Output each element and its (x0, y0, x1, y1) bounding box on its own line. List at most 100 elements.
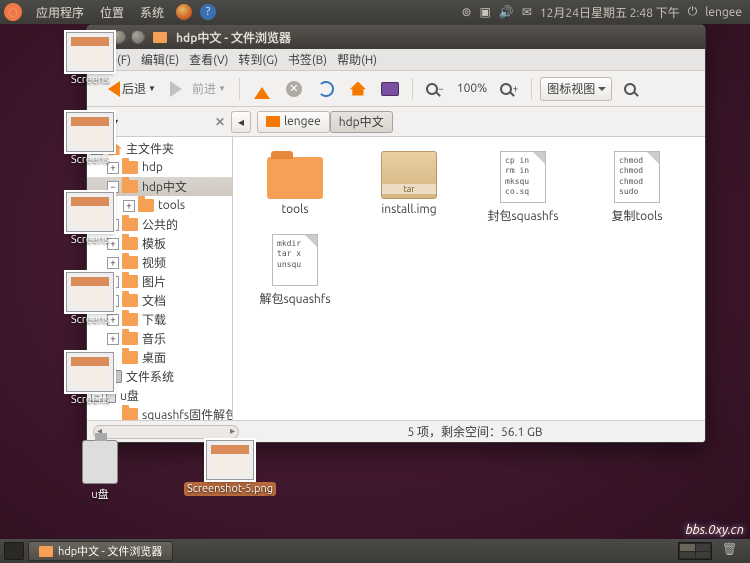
sidebar-hscroll[interactable] (93, 425, 239, 439)
tree-item[interactable]: squashfs固件解包封包 (87, 405, 232, 420)
file-item[interactable]: cp in rm in mksqu co.sq封包squashfs (469, 151, 577, 224)
forward-button: 前进▼ (165, 76, 231, 102)
desktop-icon[interactable]: Screens (50, 112, 130, 166)
user-menu[interactable]: lengee (705, 6, 742, 19)
home-button[interactable] (344, 76, 372, 102)
ubuntu-logo-icon[interactable]: ◌ (4, 3, 22, 21)
taskbar-entry[interactable]: hdp中文 - 文件浏览器 (28, 541, 173, 561)
menu-go[interactable]: 转到(G) (238, 51, 278, 68)
tree-expander[interactable]: + (107, 257, 119, 269)
tree-label: 文件系统 (126, 368, 174, 385)
search-button[interactable] (616, 76, 644, 102)
zoom-in-button[interactable]: + (495, 76, 523, 102)
desktop-icon[interactable]: Screens (50, 192, 130, 246)
chat-icon[interactable]: ▣ (480, 5, 491, 19)
maximize-button[interactable] (131, 30, 145, 44)
zoom-out-icon (426, 83, 438, 95)
desktop-icon-label: Screens (71, 314, 109, 326)
folder-icon (122, 408, 138, 420)
tar-icon (381, 151, 437, 199)
menu-edit[interactable]: 编辑(E) (141, 51, 179, 68)
menu-bookmarks[interactable]: 书签(B) (288, 51, 327, 68)
view-mode-select[interactable]: 图标视图 (540, 77, 612, 101)
folder-icon (153, 32, 167, 43)
firefox-icon[interactable] (176, 4, 192, 20)
file-item[interactable]: tools (241, 151, 349, 224)
file-item[interactable]: chmod chmod chmod sudo 复制tools (583, 151, 691, 224)
help-icon[interactable]: ? (200, 4, 216, 20)
up-button[interactable] (248, 76, 276, 102)
menu-system[interactable]: 系统 (132, 4, 172, 21)
stop-button[interactable]: ✕ (280, 76, 308, 102)
screenshot-thumb-icon (66, 352, 114, 392)
desktop-icon[interactable]: Screenshot-5.png (180, 440, 280, 496)
tree-label: 视频 (142, 254, 166, 271)
tree-label: hdp中文 (142, 178, 187, 195)
computer-button[interactable] (376, 76, 404, 102)
search-icon (624, 83, 636, 95)
top-panel: ◌ 应用程序 位置 系统 ? ⊚ ▣ 🔊 ✉ 12月24日星期五 2:48 下午… (0, 0, 750, 24)
tree-label: 文档 (142, 292, 166, 309)
tree-label: 桌面 (142, 349, 166, 366)
path-back-button[interactable]: ◂ (231, 111, 251, 133)
menu-help[interactable]: 帮助(H) (337, 51, 377, 68)
file-view[interactable]: tools install.img cp in rm in mksqu co.sq封… (233, 137, 705, 420)
file-name: tools (241, 203, 349, 216)
script-icon: cp in rm in mksqu co.sq (500, 151, 546, 203)
reload-button[interactable] (312, 76, 340, 102)
tree-label: 图片 (142, 273, 166, 290)
desktop-icon[interactable]: Screens (50, 272, 130, 326)
path-segment[interactable]: hdp中文 (330, 111, 393, 133)
file-browser-window: hdp中文 - 文件浏览器 文件(F) 编辑(E) 查看(V) 转到(G) 书签… (86, 24, 706, 443)
clock[interactable]: 12月24日星期五 2:48 下午 (540, 4, 680, 21)
tree-item[interactable]: + 视频 (87, 253, 232, 272)
zoom-out-button[interactable]: − (421, 76, 449, 102)
tree-label: 音乐 (142, 330, 166, 347)
file-item[interactable]: mkdir tar x unsqu解包squashfs (241, 234, 349, 307)
screenshot-thumb-icon (66, 192, 114, 232)
file-item[interactable]: install.img (355, 151, 463, 224)
desktop-icon[interactable]: Screens (50, 352, 130, 406)
folder-icon (39, 546, 53, 557)
tree-expander[interactable]: + (107, 333, 119, 345)
tree-label: squashfs固件解包封包 (142, 406, 233, 420)
desktop-icon[interactable]: Screens (50, 32, 130, 86)
bottom-panel: hdp中文 - 文件浏览器 🗑 (0, 539, 750, 563)
menu-places[interactable]: 位置 (92, 4, 132, 21)
script-icon: chmod chmod chmod sudo (614, 151, 660, 203)
zoom-in-icon (500, 83, 512, 95)
tree-expander[interactable]: − (107, 181, 119, 193)
computer-icon (381, 82, 399, 96)
workspace-switcher[interactable] (678, 542, 712, 560)
location-bar: 树▼ ✕ ◂ lengeehdp中文 (87, 107, 705, 137)
tree-item[interactable]: + 音乐 (87, 329, 232, 348)
screenshot-thumb-icon (66, 112, 114, 152)
menu-applications[interactable]: 应用程序 (28, 4, 92, 21)
power-icon[interactable]: ⏻ (688, 5, 698, 19)
tree-label: tools (158, 199, 185, 212)
folder-icon (122, 256, 138, 269)
titlebar[interactable]: hdp中文 - 文件浏览器 (87, 25, 705, 49)
sidebar-close-button[interactable]: ✕ (215, 115, 225, 129)
trash-icon[interactable]: 🗑 (722, 542, 740, 560)
folder-icon (138, 199, 154, 212)
show-desktop-button[interactable] (4, 542, 24, 560)
desktop-icon-label: Screens (71, 74, 109, 86)
watermark: bbs.0xy.cn (685, 523, 744, 537)
volume-icon[interactable]: 🔊 (499, 5, 514, 19)
mail-icon[interactable]: ✉ (522, 5, 532, 19)
tree-label: hdp (142, 161, 163, 174)
file-name: install.img (355, 203, 463, 216)
menu-view[interactable]: 查看(V) (189, 51, 228, 68)
file-name: 解包squashfs (241, 290, 349, 307)
desktop-icon-label: Screenshot-5.png (184, 482, 276, 496)
status-text: 5 项，剩余空间：56.1 GB (245, 423, 705, 440)
network-icon[interactable]: ⊚ (461, 5, 471, 19)
tree-label: 主文件夹 (126, 140, 174, 157)
path-segment[interactable]: lengee (257, 111, 330, 133)
desktop-icon[interactable]: u盘 (60, 440, 140, 502)
screenshot-thumb-icon (66, 32, 114, 72)
tree-label: 模板 (142, 235, 166, 252)
screenshot-thumb-icon (206, 440, 254, 480)
file-name: 复制tools (583, 207, 691, 224)
